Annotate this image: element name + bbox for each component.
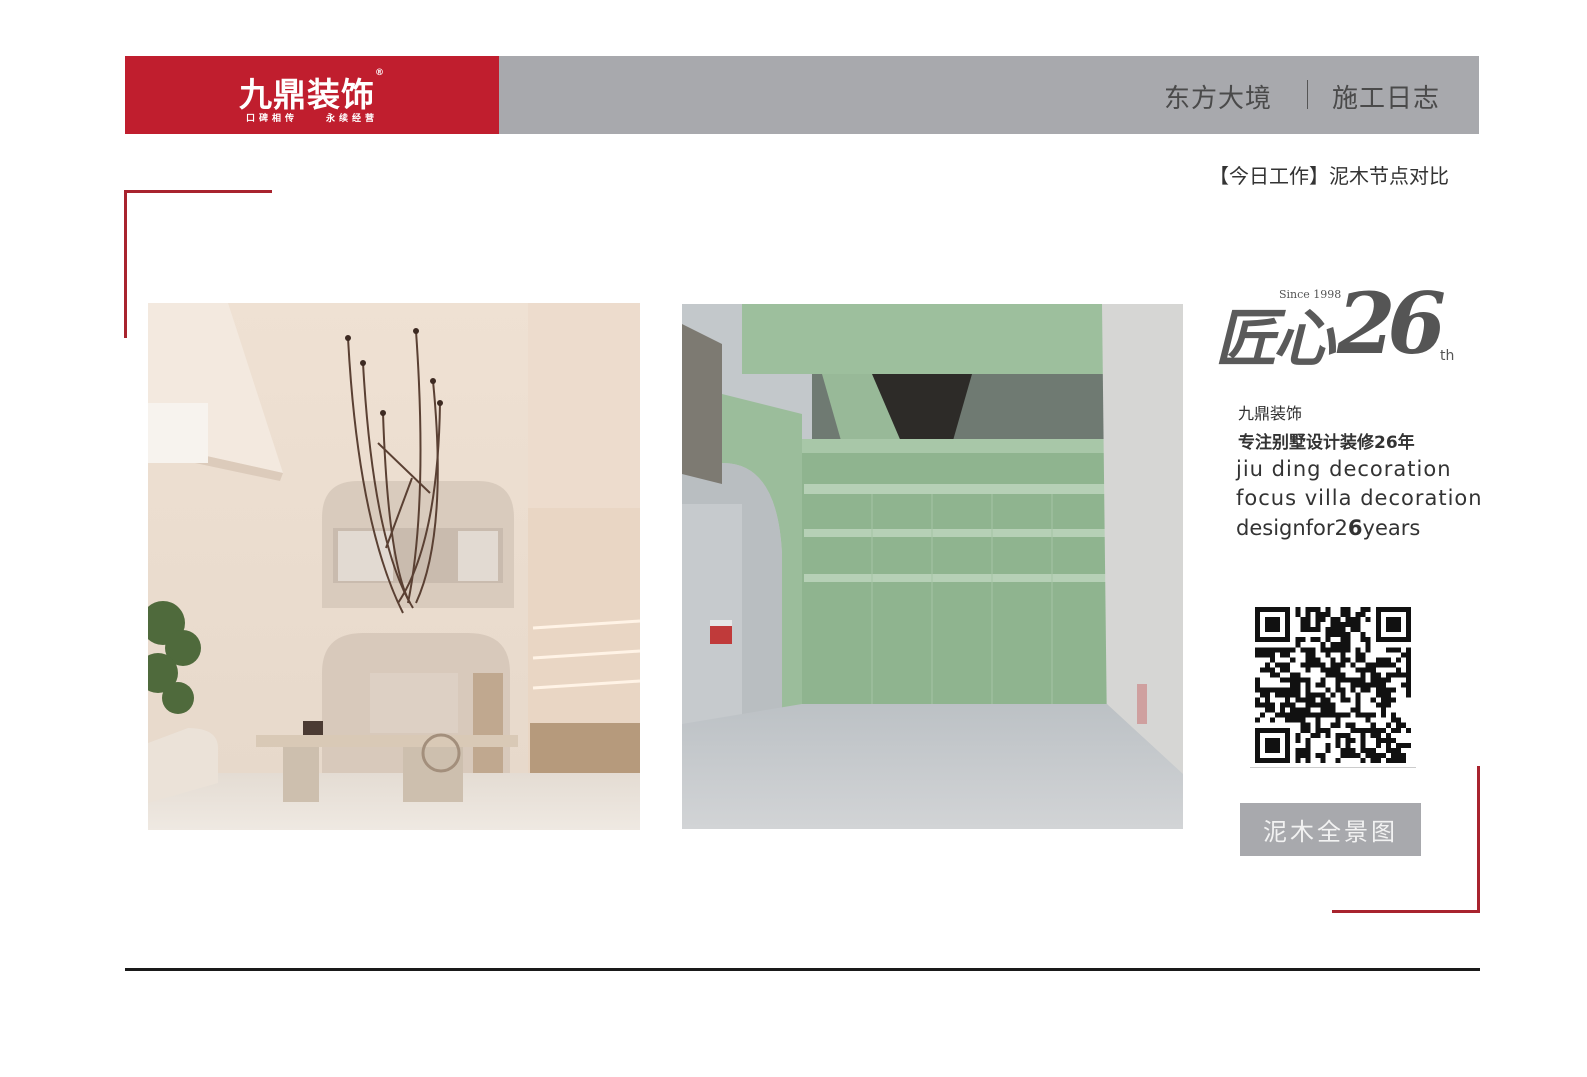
header-divider: [1307, 80, 1308, 109]
company-name: 九鼎装饰: [1238, 404, 1303, 423]
design-render-photo[interactable]: [148, 303, 640, 830]
bottom-divider: [125, 968, 1480, 971]
craftsmanship-26-logo: Since 1998 匠心 26 th: [1215, 274, 1463, 375]
qr-code[interactable]: [1255, 607, 1411, 763]
qr-underline: [1250, 767, 1416, 768]
brand-logo-block: 九鼎装饰® 口碑相传 永续经营: [125, 56, 499, 134]
brand-slogan: 口碑相传 永续经营: [245, 114, 379, 124]
panorama-button[interactable]: 泥木全景图: [1240, 803, 1421, 856]
company-tagline: 专注别墅设计装修26年: [1238, 433, 1415, 453]
english-line-3: designfor26years: [1236, 516, 1421, 540]
construction-site-photo[interactable]: [682, 304, 1183, 829]
header-section-title: 施工日志: [1332, 84, 1441, 114]
english-line-2: focus villa decoration: [1236, 486, 1483, 510]
corner-frame-bottom-right-vertical: [1477, 766, 1480, 913]
logo-number: 26: [1337, 274, 1446, 373]
corner-frame-top-left-vertical: [124, 190, 127, 338]
logo-chars: 匠心: [1215, 302, 1335, 375]
logo-suffix: th: [1440, 348, 1455, 364]
today-work-title: 【今日工作】泥木节点对比: [1209, 164, 1449, 188]
brand-name: 九鼎装饰®: [239, 68, 385, 114]
header-project-name: 东方大境: [1164, 84, 1273, 114]
corner-frame-top-left: [124, 190, 272, 193]
header-bar: 东方大境 施工日志: [499, 56, 1479, 134]
english-line-1: jiu ding decoration: [1236, 457, 1452, 481]
corner-frame-bottom-right: [1332, 910, 1480, 913]
